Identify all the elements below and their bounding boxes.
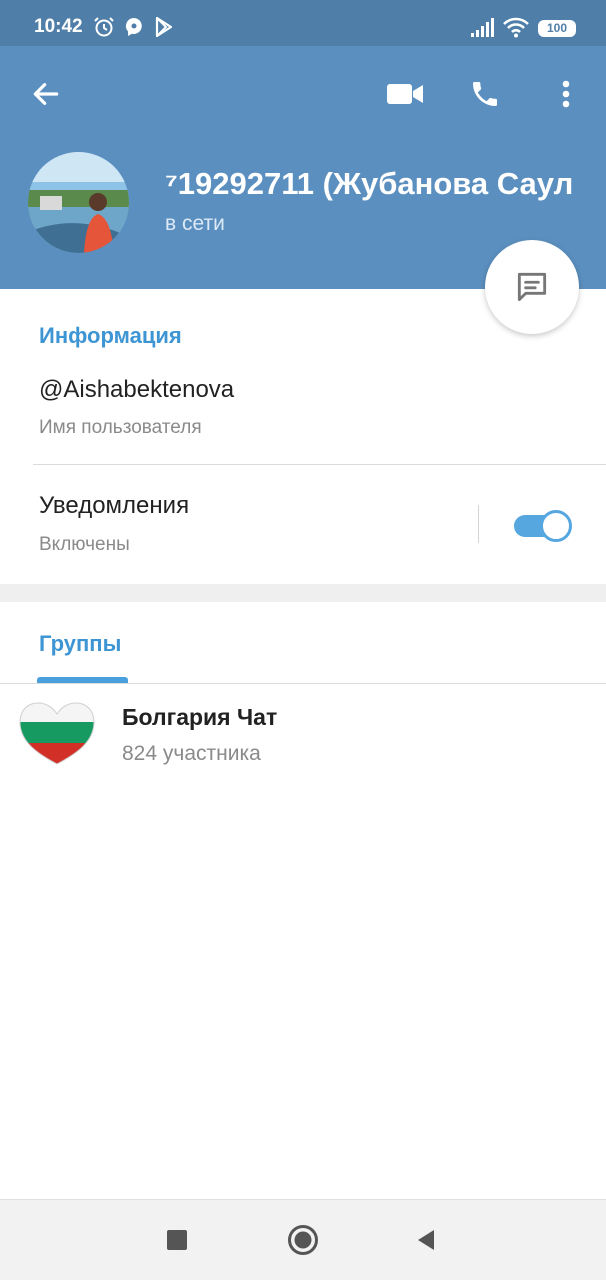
info-section-title: Информация [39, 323, 182, 348]
messenger-icon [125, 17, 142, 36]
send-message-button[interactable] [485, 240, 579, 334]
status-time: 10:42 [34, 16, 83, 37]
home-icon [288, 1225, 318, 1255]
arrow-left-icon [33, 83, 59, 105]
recents-icon [167, 1230, 187, 1250]
signal-icon [471, 18, 494, 37]
alarm-icon [94, 17, 114, 37]
profile-photo [28, 152, 129, 253]
more-vert-icon [562, 80, 570, 108]
message-icon [517, 272, 547, 302]
profile-avatar[interactable] [28, 152, 129, 253]
groups-tab[interactable]: Группы [39, 631, 121, 657]
profile-name: ⁷19292711 (Жубанова Саул [165, 166, 574, 201]
notifications-state: Включены [39, 534, 130, 555]
navigation-bar [0, 1199, 606, 1280]
home-button[interactable] [283, 1220, 323, 1260]
wifi-icon [503, 17, 529, 38]
play-store-icon [155, 16, 173, 38]
back-nav-button[interactable] [406, 1220, 446, 1260]
group-name: Болгария Чат [122, 704, 278, 730]
phone-icon [473, 82, 497, 106]
toggle-knob [540, 510, 572, 542]
back-icon [418, 1230, 434, 1250]
group-members: 824 участника [122, 742, 261, 765]
back-button[interactable] [22, 70, 70, 118]
section-gap [0, 584, 606, 602]
notifications-label[interactable]: Уведомления [39, 492, 189, 520]
username-label: Имя пользователя [39, 417, 202, 438]
battery-icon: 100 [538, 20, 576, 37]
toggle-separator [478, 505, 479, 543]
username-value[interactable]: @Aishabektenova [39, 376, 234, 404]
status-bar: 10:42 100 [0, 0, 606, 46]
tabs-divider [0, 683, 606, 684]
more-options-button[interactable] [542, 70, 590, 118]
recents-button[interactable] [157, 1220, 197, 1260]
battery-level: 100 [546, 21, 568, 35]
bulgaria-flag-icon [19, 702, 95, 765]
profile-status: в сети [165, 212, 225, 235]
notifications-toggle[interactable] [514, 510, 572, 542]
phone-call-button[interactable] [461, 70, 509, 118]
video-call-icon [387, 84, 423, 104]
list-item[interactable]: Болгария Чат 824 участника [0, 686, 606, 786]
divider [33, 464, 606, 465]
video-call-button[interactable] [381, 70, 429, 118]
